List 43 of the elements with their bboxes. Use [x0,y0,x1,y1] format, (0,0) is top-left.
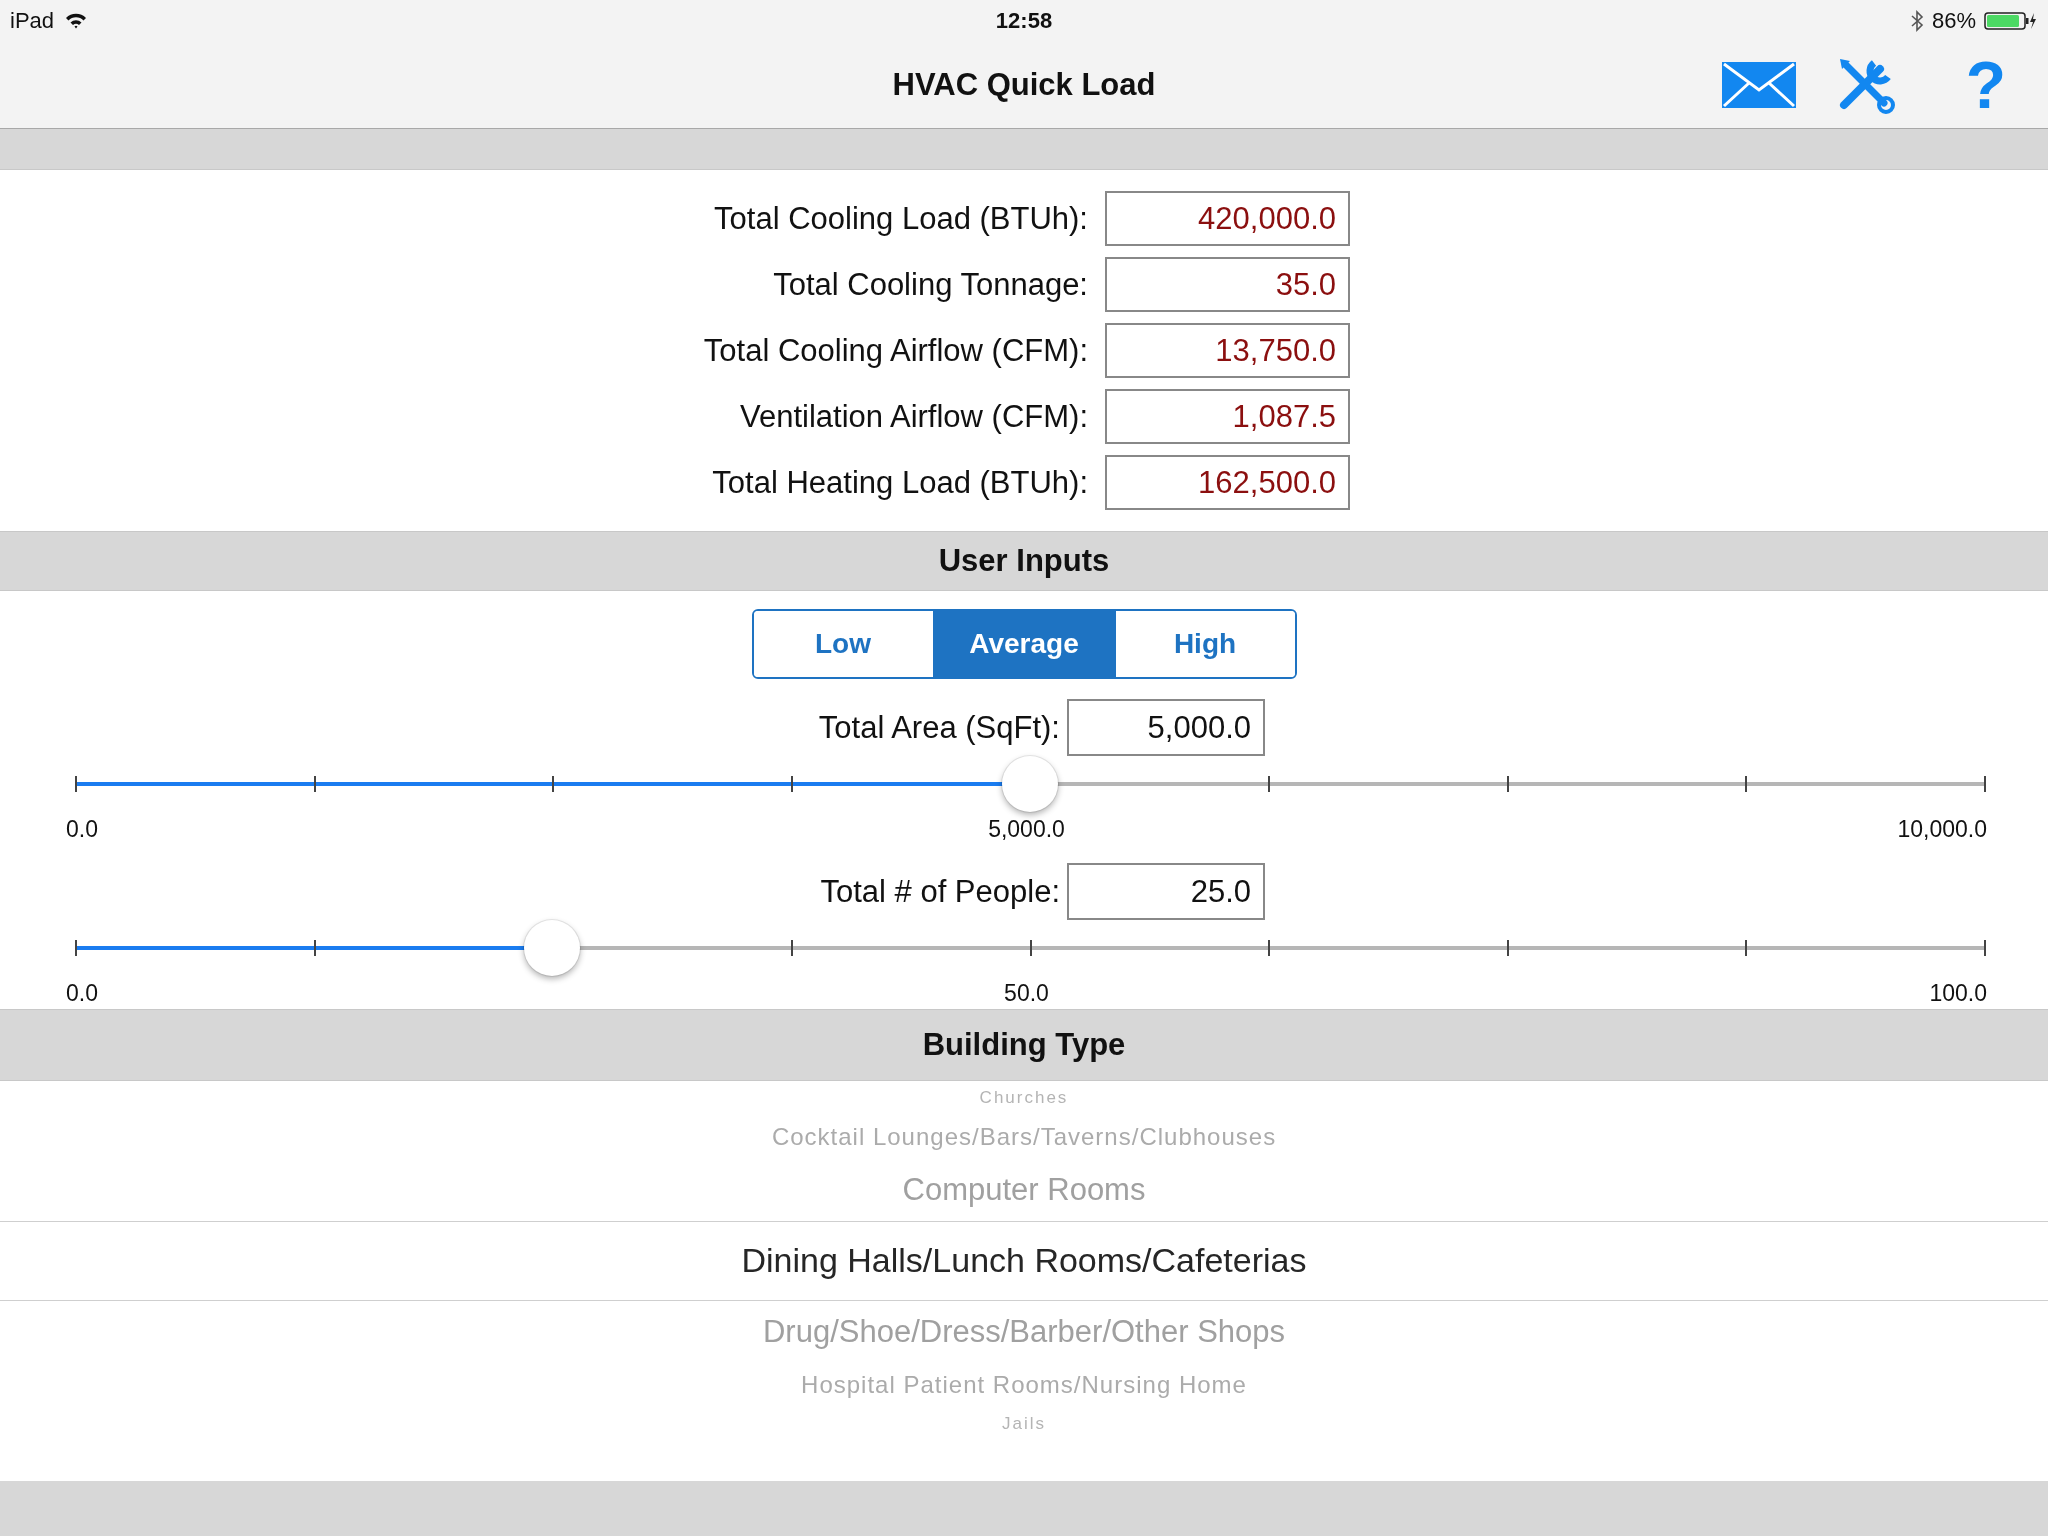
input-field[interactable]: 25.0 [1067,863,1265,920]
tick-label: 50.0 [1004,980,1049,1007]
section-header: User Inputs [0,531,2048,591]
input-field[interactable]: 5,000.0 [1067,699,1265,756]
battery-charging-icon [1984,11,2038,31]
picker-item[interactable]: Dining Halls/Lunch Rooms/Cafeterias [741,1242,1307,1280]
result-value-field: 13,750.0 [1105,323,1350,378]
device-name: iPad [10,8,55,34]
help-button[interactable]: ? [1965,52,2006,118]
picker-item[interactable]: Drug/Shoe/Dress/Barber/Other Shops [762,1314,1286,1350]
slider-thumb[interactable] [1001,756,1058,812]
tick-label: 5,000.0 [988,816,1065,843]
mail-button[interactable] [1721,60,1796,110]
picker-item[interactable]: Jails [1002,1414,1046,1434]
result-label: Ventilation Airflow (CFM): [739,398,1088,435]
envelope-icon [1721,60,1796,110]
tick-label: 0.0 [66,816,98,843]
segment-tab[interactable]: High [1113,611,1295,677]
picker-item[interactable]: Cocktail Lounges/Bars/Taverns/Clubhouses [771,1123,1277,1151]
tick-label: 0.0 [66,980,98,1007]
battery-percent: 86% [1931,8,1976,34]
result-value-field: 1,087.5 [1105,389,1350,444]
result-value-field: 420,000.0 [1105,191,1350,246]
picker-item[interactable]: Hospital Patient Rooms/Nursing Home [801,1371,1247,1399]
status-time: 12:58 [995,8,1053,34]
slider-thumb[interactable] [524,920,581,976]
bluetooth-icon [1909,10,1924,32]
input-label: Total Area (SqFt): [817,709,1060,746]
result-value-field: 162,500.0 [1105,455,1350,510]
segment-tab[interactable]: Average [932,611,1114,677]
tick-label: 100.0 [1929,980,1987,1007]
result-label: Total Cooling Tonnage: [772,266,1088,303]
result-value-field: 35.0 [1105,257,1350,312]
tick-label: 10,000.0 [1897,816,1987,843]
picker-item[interactable]: Computer Rooms [902,1172,1146,1208]
wifi-icon [64,12,89,30]
result-label: Total Heating Load (BTUh): [711,464,1088,501]
app-title: HVAC Quick Load [892,67,1156,103]
result-label: Total Cooling Load (BTUh): [713,200,1088,237]
picker-item[interactable]: Churches [979,1088,1069,1108]
section-header: Building Type [0,1009,2048,1081]
result-label: Total Cooling Airflow (CFM): [702,332,1088,369]
input-label: Total # of People: [819,873,1060,910]
